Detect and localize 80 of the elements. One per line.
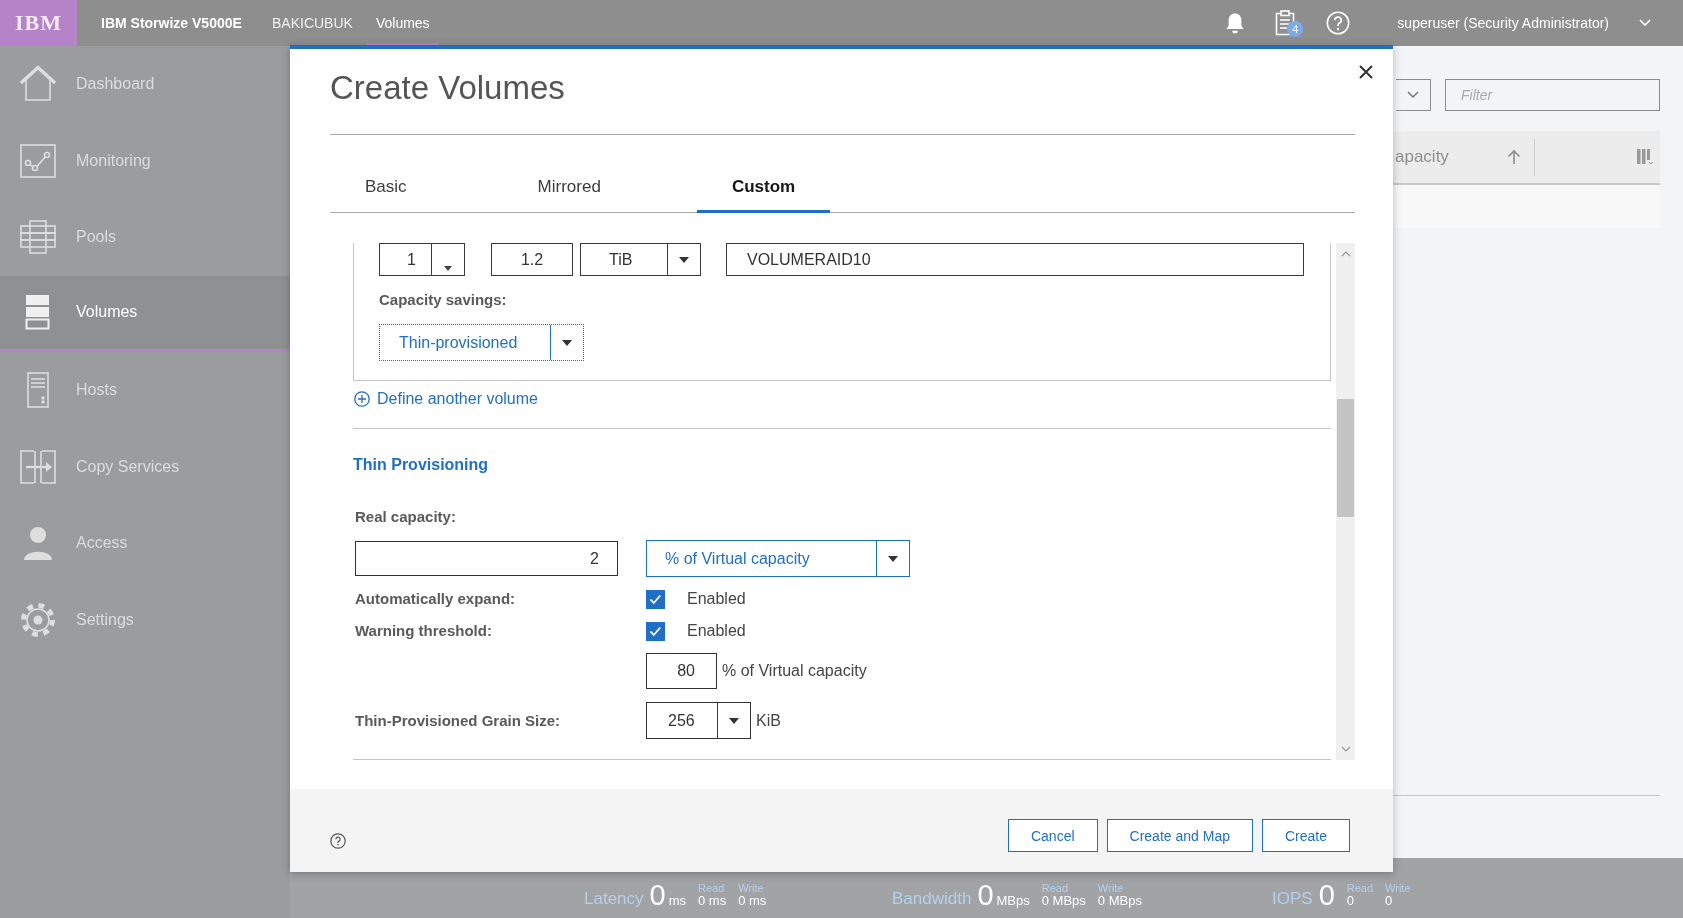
arrow-box-icon bbox=[19, 447, 57, 486]
capacity-savings-select[interactable]: Thin-provisioned bbox=[379, 324, 584, 361]
dialog-button[interactable]: Create and Map bbox=[1106, 819, 1253, 852]
read-value: 0 ms bbox=[698, 894, 727, 908]
nav-link[interactable]: BAKICUBUK bbox=[263, 0, 362, 46]
line-chart-icon bbox=[19, 141, 57, 180]
tab[interactable]: Mirrored bbox=[502, 163, 636, 213]
dropdown[interactable] bbox=[1396, 79, 1431, 111]
caret-down-icon bbox=[888, 555, 898, 562]
chevron-down-icon bbox=[1639, 19, 1651, 27]
arrow-up-icon[interactable] bbox=[1507, 149, 1521, 165]
tab[interactable]: Basic bbox=[330, 163, 442, 213]
checkbox[interactable] bbox=[646, 621, 665, 641]
read-label: Read bbox=[698, 882, 726, 894]
name-field[interactable]: VOLUMERAID10 bbox=[726, 243, 1304, 276]
metric-value: 0 bbox=[977, 882, 994, 908]
chevron-up-icon[interactable] bbox=[1340, 251, 1351, 257]
write-label: Write bbox=[738, 882, 765, 894]
clipboard-icon[interactable] bbox=[1275, 10, 1296, 36]
checkbox-label: Enabled bbox=[687, 622, 746, 640]
product-name: IBM Storwize V5000E bbox=[101, 15, 243, 31]
grain-size-select[interactable]: 256 bbox=[646, 702, 751, 739]
section-heading: Thin Provisioning bbox=[353, 455, 489, 475]
caret-down-icon bbox=[729, 717, 739, 724]
threshold-field[interactable]: 80 bbox=[646, 653, 717, 689]
filter-field[interactable]: Filter bbox=[1445, 79, 1660, 111]
close-icon[interactable] bbox=[1359, 65, 1373, 79]
metric-unit: ms bbox=[668, 894, 687, 908]
home-icon bbox=[19, 65, 57, 104]
gear-icon bbox=[19, 600, 57, 639]
define-volume-link[interactable]: Define another volume bbox=[354, 389, 538, 409]
capacity-field[interactable]: 1.2 bbox=[491, 243, 573, 276]
quantity-field[interactable]: 1 bbox=[379, 243, 465, 276]
write-value: 0 bbox=[1385, 894, 1394, 908]
user-menu-button[interactable]: superuser (Security Administrator) bbox=[1397, 15, 1651, 31]
caret-down-icon[interactable] bbox=[444, 266, 452, 271]
caret-down-icon bbox=[679, 256, 689, 263]
field-label: Automatically expand: bbox=[355, 590, 517, 608]
write-value: 0 MBps bbox=[1097, 894, 1142, 908]
metric-unit: MBps bbox=[996, 894, 1030, 908]
write-value: 0 ms bbox=[738, 894, 767, 908]
bell-icon[interactable] bbox=[1225, 12, 1246, 34]
chevron-down-icon bbox=[1407, 91, 1419, 99]
metric-value: 0 bbox=[649, 882, 666, 908]
columns-icon[interactable] bbox=[1637, 148, 1653, 166]
caret-down-icon bbox=[562, 339, 572, 346]
metric-label: Bandwidth bbox=[892, 890, 972, 908]
sidebar-item[interactable]: Volumes bbox=[0, 275, 290, 352]
column-header[interactable]: apacity bbox=[1393, 147, 1505, 167]
write-label: Write bbox=[1385, 882, 1411, 894]
help-icon[interactable] bbox=[330, 833, 346, 849]
metric-label: IOPS bbox=[1272, 890, 1313, 908]
unit-label: % of Virtual capacity bbox=[722, 662, 867, 680]
read-label: Read bbox=[1041, 882, 1070, 894]
write-label: Write bbox=[1097, 882, 1125, 894]
dialog-button[interactable]: Create bbox=[1261, 819, 1350, 852]
unit-select[interactable]: TiB bbox=[580, 243, 701, 276]
field-label: Warning threshold: bbox=[355, 622, 493, 640]
real-capacity-field[interactable]: 2 bbox=[355, 541, 618, 576]
read-value: 0 MBps bbox=[1041, 894, 1086, 908]
dialog-button[interactable]: Cancel bbox=[1007, 819, 1098, 852]
field-label: Real capacity: bbox=[355, 508, 456, 526]
read-value: 0 bbox=[1346, 894, 1355, 908]
tab[interactable]: Custom bbox=[696, 163, 831, 213]
metric-value: 0 bbox=[1318, 882, 1335, 908]
checkbox-label: Enabled bbox=[687, 590, 746, 608]
chevron-down-icon[interactable] bbox=[1340, 746, 1351, 752]
add-circle-icon bbox=[354, 391, 370, 407]
checkbox[interactable] bbox=[646, 589, 665, 609]
field-label: Thin-Provisioned Grain Size: bbox=[355, 711, 562, 730]
read-label: Read bbox=[1346, 882, 1374, 894]
capacity-unit-select[interactable]: % of Virtual capacity bbox=[646, 540, 910, 577]
notification-badge: 4 bbox=[1287, 21, 1304, 37]
scrollbar[interactable] bbox=[1336, 243, 1355, 760]
dialog-title: Create Volumes bbox=[330, 68, 565, 108]
scrollbar-thumb[interactable] bbox=[1337, 399, 1354, 517]
unit-label: KiB bbox=[756, 711, 781, 730]
field-label: Capacity savings: bbox=[379, 291, 507, 309]
stacked-bars-icon bbox=[19, 218, 57, 257]
metric-label: Latency bbox=[584, 890, 644, 908]
